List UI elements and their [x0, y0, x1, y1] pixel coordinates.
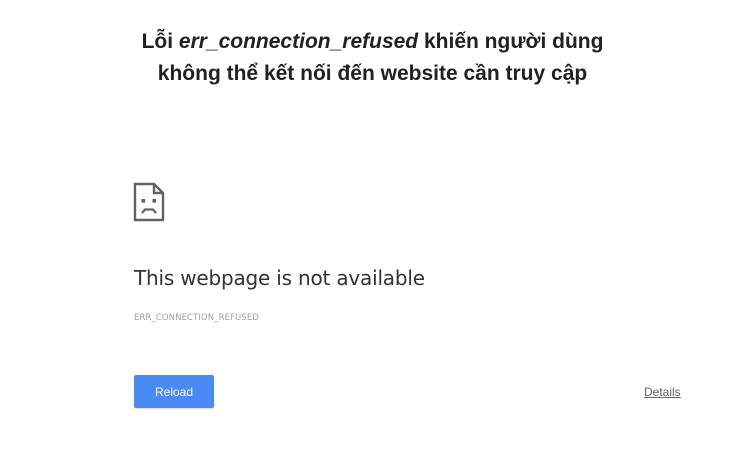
reload-button[interactable]: Reload — [134, 375, 214, 408]
details-link[interactable]: Details — [644, 385, 681, 399]
sad-page-icon — [133, 182, 165, 222]
caption-error-code: err_connection_refused — [178, 30, 419, 53]
caption-line-1: Lỗi err_connection_refused khiến người d… — [0, 26, 745, 58]
caption-suffix: khiến người dùng — [418, 30, 604, 53]
caption: Lỗi err_connection_refused khiến người d… — [0, 26, 745, 90]
caption-prefix: Lỗi — [141, 30, 179, 53]
error-code: ERR_CONNECTION_REFUSED — [134, 313, 259, 323]
error-heading: This webpage is not available — [134, 266, 425, 290]
caption-line-2: không thể kết nối đến website cần truy c… — [157, 62, 588, 85]
